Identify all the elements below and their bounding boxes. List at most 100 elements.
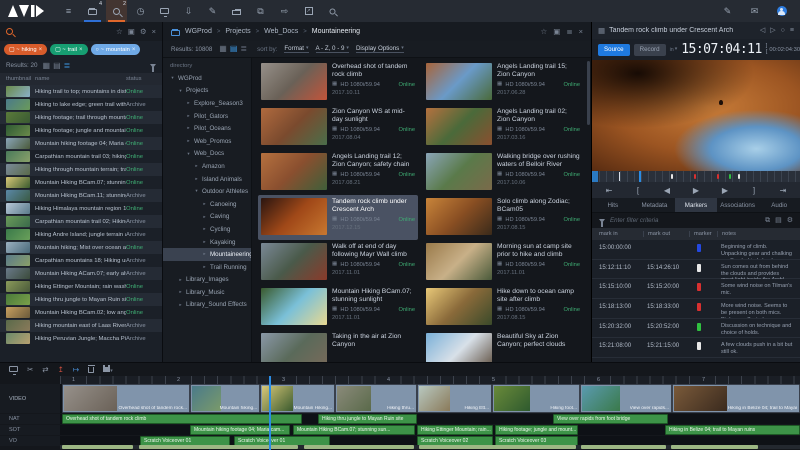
asset-row[interactable]: Mountain Hiking ACam.07; early altern...… bbox=[0, 267, 162, 280]
list-icon[interactable]: ≣ bbox=[566, 28, 572, 36]
tree-item-web-docs[interactable]: ▾Web_Docs bbox=[163, 148, 251, 161]
sort-select[interactable]: Format▾ bbox=[284, 45, 308, 53]
tab-associations[interactable]: Associations bbox=[717, 198, 759, 212]
tab-audio[interactable]: Audio bbox=[758, 198, 800, 212]
tree-item-trail-running[interactable]: ▸Trail Running bbox=[163, 261, 251, 274]
tree-item-amazon[interactable]: ▸Amazon bbox=[163, 160, 251, 173]
asset-row[interactable]: Mountain hiking; Mist over ocean and w..… bbox=[0, 241, 162, 254]
go-to-out-button[interactable]: ⇥ bbox=[776, 186, 790, 195]
tree-item-island-animals[interactable]: ▸Island Animals bbox=[163, 173, 251, 186]
browse-button[interactable]: 4 bbox=[82, 0, 103, 22]
tree-item-web-promos[interactable]: ▸Web_Promos bbox=[163, 135, 251, 148]
filter-icon[interactable] bbox=[150, 64, 156, 68]
clip-card[interactable]: Angels Landing trail 02; Zion Canyon▦HD … bbox=[423, 105, 583, 150]
scrubber-playhead[interactable] bbox=[639, 171, 641, 182]
tab-markers[interactable]: Markers bbox=[675, 198, 717, 212]
floppy-button[interactable]: ▾ bbox=[103, 365, 113, 374]
asset-row[interactable]: Hiking Peruvian Jungle; Maccha PicchuArc… bbox=[0, 332, 162, 345]
grid-view-toggle[interactable]: ▦ bbox=[219, 45, 227, 53]
timeline-clip[interactable]: Hiking Ettinger Mountain; rain... bbox=[417, 425, 493, 435]
clip-card[interactable]: Tandem rock climb under Crescent Arch▦HD… bbox=[258, 195, 418, 240]
close-icon[interactable]: × bbox=[152, 28, 156, 36]
timeline-playhead[interactable] bbox=[269, 376, 271, 450]
next-clip-icon[interactable]: ▷ bbox=[770, 27, 775, 34]
grid-scrollbar[interactable] bbox=[587, 61, 590, 125]
timeline-clip[interactable]: Mountain hiking footage 04; Maria cam... bbox=[190, 425, 290, 435]
mark-out-button[interactable]: ] bbox=[747, 186, 761, 195]
tree-item-outdoor-athletes[interactable]: ▾Outdoor Athletes bbox=[163, 185, 251, 198]
marker-row[interactable]: 15:00:00:00Beginning of climb. Unpacking… bbox=[592, 240, 800, 260]
messages-button[interactable]: ✉ bbox=[744, 0, 765, 22]
order-select[interactable]: A - Z, 0 - 9▾ bbox=[316, 45, 349, 53]
asset-row[interactable]: Hiking Andre Island; jungle terrain and … bbox=[0, 228, 162, 241]
timecode-mode-select[interactable]: in▾ bbox=[670, 47, 678, 53]
tree-item-library-images[interactable]: ▸Library_Images bbox=[163, 274, 251, 287]
duplicate-button[interactable]: ⧉ bbox=[250, 0, 271, 22]
star-icon[interactable]: ☆ bbox=[116, 28, 123, 36]
tree-item-caving[interactable]: ▸Caving bbox=[163, 211, 251, 224]
clip-card[interactable]: Mountain Hiking BCam.07; stunning sunlig… bbox=[258, 285, 418, 330]
scrubber-marker[interactable] bbox=[729, 174, 731, 179]
save-view-icon[interactable]: ▣ bbox=[128, 28, 135, 36]
timeline-clip[interactable]: Hiking thru jungle to Mayan Ruin site bbox=[318, 414, 417, 424]
close-icon[interactable]: × bbox=[579, 28, 583, 36]
main-menu-button[interactable]: ≡ bbox=[58, 0, 79, 22]
quick-search-button[interactable] bbox=[322, 0, 343, 22]
timeline-clip[interactable]: Overhead shot of tandem rock climb bbox=[62, 414, 302, 424]
asset-row[interactable]: Hiking footage; trail through mountain .… bbox=[0, 111, 162, 124]
compact-view-toggle[interactable]: ≣ bbox=[64, 62, 71, 70]
asset-row[interactable]: Hiking Ettinger Mountain; rain washout .… bbox=[0, 280, 162, 293]
razor-button[interactable]: ✂ bbox=[27, 365, 33, 374]
filter-input[interactable]: Enter filter criteria bbox=[610, 217, 760, 224]
clip-card[interactable]: Beautiful Sky at Zion Canyon; perfect cl… bbox=[423, 330, 583, 362]
panel-icon[interactable]: ▣ bbox=[553, 28, 560, 36]
compose-button[interactable]: ✎ bbox=[717, 0, 738, 22]
clip-card[interactable]: Solo climb along Zodiac; BCam05▦HD 1080i… bbox=[423, 195, 583, 240]
chip-remove-icon[interactable]: × bbox=[39, 47, 43, 53]
trash-button[interactable] bbox=[88, 365, 94, 375]
asset-row[interactable]: Carpathian mountain trail 03; hiking un.… bbox=[0, 150, 162, 163]
previous-clip-icon[interactable]: ◁ bbox=[760, 27, 765, 34]
timeline-clip[interactable]: Overhead shot of tandem rock... bbox=[62, 384, 190, 413]
timeline-clip[interactable]: Hiking footage; jungle and mount... bbox=[495, 425, 578, 435]
clip-card[interactable]: Morning sun at camp site prior to hike a… bbox=[423, 240, 583, 285]
display-options-button[interactable]: Display Options▾ bbox=[356, 45, 404, 53]
breadcrumb-item[interactable]: WGProd bbox=[185, 28, 212, 35]
timeline-clip[interactable]: Hiking in Belize 04; trail to Mayan... bbox=[672, 384, 800, 413]
go-to-in-button[interactable]: ⇤ bbox=[602, 186, 616, 195]
asset-row[interactable]: Hiking trail to top; mountains in distan… bbox=[0, 85, 162, 98]
asset-row[interactable]: Carpathian mountain trail 02; Hiking un.… bbox=[0, 215, 162, 228]
clip-card[interactable]: Overhead shot of tandem rock climb▦HD 10… bbox=[258, 60, 418, 105]
record-button[interactable]: Record bbox=[634, 44, 666, 56]
tree-item-cycling[interactable]: ▸Cycling bbox=[163, 223, 251, 236]
timeline-ruler[interactable]: 1234567 bbox=[60, 376, 800, 384]
mark-in-button[interactable]: [ bbox=[631, 186, 645, 195]
search-button[interactable]: 2 bbox=[106, 0, 127, 22]
timeline-overview-bar[interactable] bbox=[60, 445, 800, 449]
marker-row[interactable]: 15:12:11:1015:14:26:10Sun comes out from… bbox=[592, 260, 800, 280]
import-button[interactable]: ⇩ bbox=[178, 0, 199, 22]
breadcrumb-item[interactable]: Mountaineering bbox=[312, 28, 360, 35]
marker-row[interactable]: 15:15:10:0015:15:20:00Some wind noise on… bbox=[592, 279, 800, 299]
asset-row[interactable]: Carpathian mountains 18; Hiking underArc… bbox=[0, 254, 162, 267]
monitor-button[interactable] bbox=[9, 365, 18, 374]
filter-chip-trail[interactable]: ▢ ~trail× bbox=[50, 44, 87, 55]
star-icon[interactable]: ☆ bbox=[540, 28, 547, 36]
document-icon[interactable]: ▤ bbox=[775, 217, 782, 224]
breadcrumb-item[interactable]: Projects bbox=[225, 28, 250, 35]
timeline-clip[interactable]: Mountain hiking... bbox=[190, 384, 260, 413]
clip-card[interactable]: Angels Landing trail 12; Zion Canyon; sa… bbox=[258, 150, 418, 195]
scrubber-marker[interactable] bbox=[717, 174, 719, 179]
timeline-clip[interactable]: Hiking Ett... bbox=[417, 384, 492, 413]
breadcrumb-item[interactable]: Web_Docs bbox=[264, 28, 298, 35]
player-scrubber[interactable] bbox=[592, 171, 800, 182]
open-window-button[interactable]: ↗ bbox=[298, 0, 319, 22]
compact-view-toggle[interactable]: ≣ bbox=[240, 45, 247, 53]
asset-row[interactable]: Mountain hiking footage 04; Maria cam...… bbox=[0, 137, 162, 150]
user-avatar-button[interactable] bbox=[771, 0, 792, 22]
filter-chip-hiking[interactable]: ▢ ~hiking× bbox=[4, 44, 47, 55]
timeline-clip[interactable]: Hiking thru... bbox=[335, 384, 417, 413]
overwrite-button[interactable]: ⇄ bbox=[42, 365, 48, 374]
chip-remove-icon[interactable]: × bbox=[79, 47, 83, 53]
splice-button[interactable]: ↥ bbox=[58, 365, 64, 374]
